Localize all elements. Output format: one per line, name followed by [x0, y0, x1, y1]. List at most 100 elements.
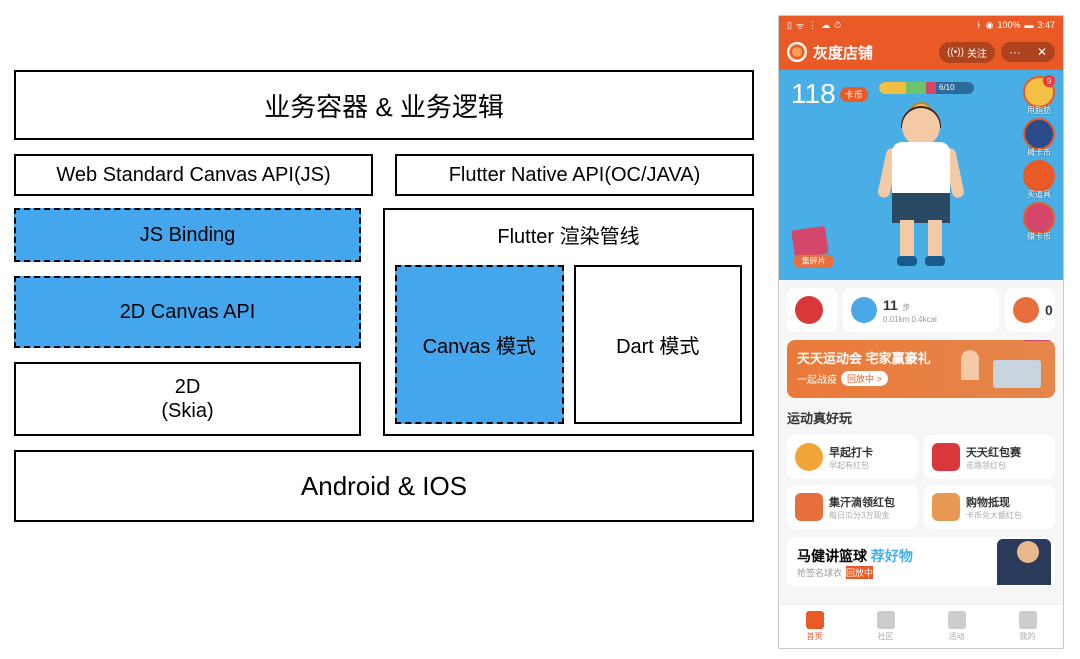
side-action-2[interactable]: 买道具 — [1023, 160, 1055, 192]
tab-activity[interactable]: 活动 — [921, 605, 992, 648]
status-bar: ▯ ᯤ ⋮ ☁ ⏱ ᚼ ◉ 100% ▬ 3:47 — [779, 16, 1063, 34]
cloud-icon: ☁ — [821, 20, 830, 31]
debug-badge[interactable]: Debug — [1023, 340, 1055, 341]
grid-item[interactable]: 早起打卡早起有红包 — [787, 435, 918, 479]
avatar-icon — [795, 296, 823, 324]
bluetooth-icon: ᚼ — [976, 20, 981, 30]
community-icon — [877, 611, 895, 629]
grid-item[interactable]: 天天红包赛走路领红包 — [924, 435, 1055, 479]
arch-2d-canvas-api: 2D Canvas API — [14, 276, 361, 348]
broadcast-icon: ((•)) — [947, 47, 964, 58]
tab-label: 活动 — [949, 631, 965, 642]
banner-sub: 一起战疫 — [797, 371, 837, 386]
promo-title-a: 马健讲篮球 — [797, 548, 867, 564]
tab-bar: 首页 社区 活动 我的 — [779, 604, 1063, 648]
follow-label: 关注 — [967, 45, 987, 60]
promo-person-head — [1017, 541, 1039, 563]
kcal-value: 0.4 — [911, 315, 922, 324]
grid-sub: 早起有红包 — [829, 460, 873, 471]
km-value: 0.01 — [883, 315, 899, 324]
steps-value: 11 — [883, 297, 898, 313]
stats-row: 11 步 0.01km 0.4kcal 0 — [779, 280, 1063, 340]
grid-title: 早起打卡 — [829, 444, 873, 460]
arch-skia: 2D (Skia) — [14, 362, 361, 436]
running-icon — [1013, 297, 1039, 323]
tab-home[interactable]: 首页 — [779, 605, 850, 648]
tab-label: 社区 — [878, 631, 894, 642]
basketball-promo[interactable]: 马健讲篮球 荐好物 抢签名球衣 回放中 — [787, 537, 1055, 587]
footsteps-icon — [851, 297, 877, 323]
score-display[interactable]: 118 卡币 — [791, 78, 868, 110]
grid-sub: 每日瓜分3万现金 — [829, 510, 895, 521]
tab-community[interactable]: 社区 — [850, 605, 921, 648]
rank-card[interactable] — [787, 288, 837, 332]
score-badge: 卡币 — [840, 87, 868, 102]
collect-chip-label: 集碎片 — [794, 255, 834, 268]
arch-top: 业务容器 & 业务逻辑 — [14, 70, 754, 140]
promo-title-b: 荐好物 — [871, 548, 913, 564]
wifi-icon: ᯤ — [796, 19, 804, 32]
activity-card[interactable]: 0 — [1005, 288, 1055, 332]
grid-title: 集汗滴领红包 — [829, 494, 895, 510]
person-icon — [1019, 611, 1037, 629]
side-label: 甩脂肪 — [1025, 105, 1053, 116]
arch-js-binding: JS Binding — [14, 208, 361, 262]
architecture-diagram: 业务容器 & 业务逻辑 Web Standard Canvas API(JS) … — [14, 70, 754, 522]
promo-sub: 抢签名球衣 — [797, 566, 842, 579]
collect-chip[interactable]: 集碎片 — [791, 226, 829, 258]
activity-value: 0 — [1045, 302, 1053, 318]
arch-web-api: Web Standard Canvas API(JS) — [14, 154, 373, 196]
grid-item[interactable]: 集汗滴领红包每日瓜分3万现金 — [787, 485, 918, 529]
nav-bar: 灰度店铺 ((•)) 关注 ··· ✕ — [779, 34, 1063, 70]
grid-item[interactable]: 购物抵现卡币兑大额红包 — [924, 485, 1055, 529]
side-action-1[interactable]: 摊卡币 — [1023, 118, 1055, 150]
alarm-icon — [795, 443, 823, 471]
tab-mine[interactable]: 我的 — [992, 605, 1063, 648]
home-icon — [806, 611, 824, 629]
battery-icon: ▬ — [1024, 20, 1033, 30]
grid-sub: 卡币兑大额红包 — [966, 510, 1022, 521]
arch-skia-line1: 2D — [175, 375, 201, 399]
tab-label: 我的 — [1020, 631, 1036, 642]
section-title: 运动真好玩 — [787, 408, 1055, 427]
score-value: 118 — [791, 78, 836, 110]
more-button[interactable]: ··· — [1001, 42, 1029, 62]
arch-flutter-pipeline-title: Flutter 渲染管线 — [497, 220, 639, 249]
steps-card[interactable]: 11 步 0.01km 0.4kcal — [843, 288, 999, 332]
capsule-buttons: ··· ✕ — [1001, 42, 1055, 62]
promo-pill[interactable]: 回放中 — [846, 566, 873, 579]
arch-platform: Android & IOS — [14, 450, 754, 522]
clock-icon: ⏱ — [834, 20, 841, 31]
banner-pill[interactable]: 回放中 > — [841, 371, 888, 386]
progress-text: 6/10 — [939, 83, 955, 92]
side-label: 买道具 — [1025, 189, 1053, 200]
grid-title: 购物抵现 — [966, 494, 1022, 510]
side-action-3[interactable]: 赚卡币 — [1023, 202, 1055, 234]
progress-bar[interactable] — [879, 82, 974, 94]
banner-illustration — [961, 344, 1051, 394]
close-button[interactable]: ✕ — [1029, 42, 1055, 62]
km-unit: km — [899, 315, 910, 324]
redpacket-icon — [932, 443, 960, 471]
shop-logo-icon[interactable] — [787, 42, 807, 62]
character-avatar[interactable] — [866, 108, 976, 268]
hero-area: 118 卡币 6/10 5 新劲 集碎片 9 甩脂肪 — [779, 70, 1063, 280]
wallet-icon — [795, 493, 823, 521]
kcal-unit: kcal — [923, 315, 937, 324]
side-action-0[interactable]: 9 甩脂肪 — [1023, 76, 1055, 108]
arch-dart-mode: Dart 模式 — [574, 265, 743, 424]
nav-title: 灰度店铺 — [813, 42, 933, 63]
grid-title: 天天红包赛 — [966, 444, 1021, 460]
feature-grid: 早起打卡早起有红包 天天红包赛走路领红包 集汗滴领红包每日瓜分3万现金 购物抵现… — [787, 435, 1055, 529]
follow-button[interactable]: ((•)) 关注 — [939, 42, 995, 63]
steps-unit: 步 — [902, 303, 910, 312]
side-label: 赚卡币 — [1025, 231, 1053, 242]
promo-banner[interactable]: Debug 天天运动会 宅家赢豪礼 一起战疫 回放中 > — [787, 340, 1055, 398]
shopping-bag-icon — [932, 493, 960, 521]
notification-badge: 9 — [1043, 75, 1055, 87]
mute-icon: ◉ — [986, 20, 994, 31]
sim-icon: ▯ — [787, 20, 792, 31]
status-right-icons: ᚼ ◉ 100% ▬ 3:47 — [976, 20, 1055, 31]
heart-icon — [948, 611, 966, 629]
arch-canvas-mode: Canvas 模式 — [395, 265, 564, 424]
